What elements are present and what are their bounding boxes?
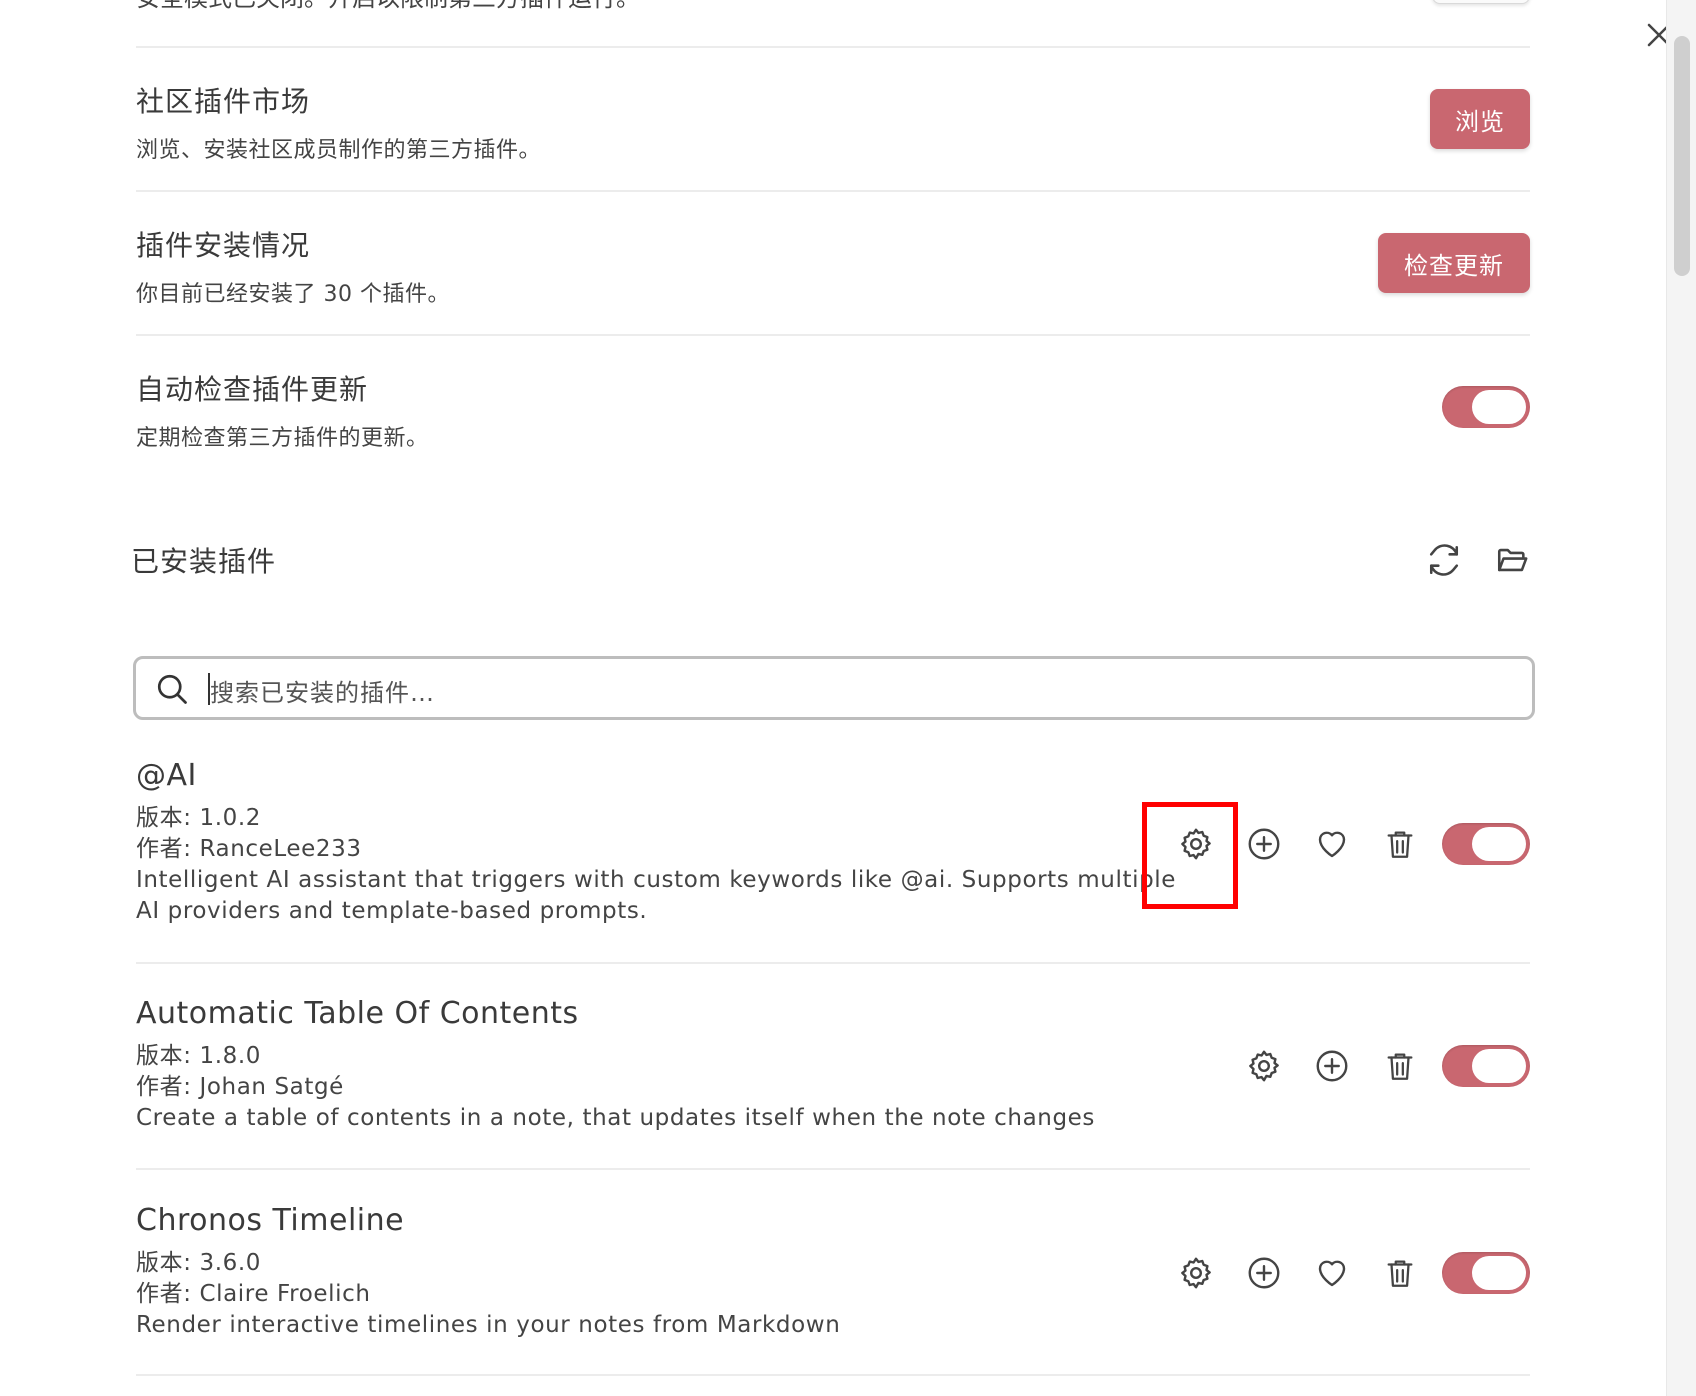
gear-icon[interactable]: [1174, 1251, 1218, 1295]
plus-circle-icon[interactable]: [1242, 1251, 1286, 1295]
trash-icon[interactable]: [1378, 1044, 1422, 1088]
plugin-desc: AI providers and template-based prompts.: [136, 898, 648, 924]
setting-auto-update: 自动检查插件更新 定期检查第三方插件的更新。: [136, 368, 1530, 452]
divider: [136, 334, 1530, 336]
setting-desc: 定期检查第三方插件的更新。: [136, 426, 429, 451]
divider: [136, 46, 1530, 48]
setting-name: 插件安装情况: [136, 229, 311, 262]
toggle-knob: [1472, 1256, 1526, 1290]
search-icon: [154, 671, 190, 707]
toggle-knob: [1472, 827, 1526, 861]
plus-circle-icon[interactable]: [1310, 1044, 1354, 1088]
divider: [136, 190, 1530, 192]
auto-update-toggle[interactable]: [1442, 386, 1530, 428]
setting-installed-status: 插件安装情况 你目前已经安装了 30 个插件。: [136, 224, 1530, 308]
heart-icon[interactable]: [1310, 822, 1354, 866]
trash-icon[interactable]: [1378, 822, 1422, 866]
scrollbar-thumb[interactable]: [1674, 36, 1690, 276]
settings-modal: 安全模式已关闭。开启以限制第三方插件运行。 社区插件市场 浏览、安装社区成员制作…: [0, 0, 1666, 1396]
setting-name: 自动检查插件更新: [136, 373, 369, 406]
gear-icon[interactable]: [1242, 1044, 1286, 1088]
browse-button[interactable]: 浏览: [1430, 89, 1530, 149]
plugin-name: Automatic Table Of Contents: [136, 996, 579, 1031]
search-placeholder: 搜索已安装的插件…: [210, 679, 435, 707]
reload-icon[interactable]: [1424, 540, 1464, 580]
toggle-knob: [1472, 1049, 1526, 1083]
plugin-desc: Render interactive timelines in your not…: [136, 1312, 841, 1338]
plugin-enable-toggle[interactable]: [1442, 823, 1530, 865]
plugin-name: @AI: [136, 758, 197, 793]
safe-mode-button[interactable]: [1432, 0, 1530, 4]
setting-name: 社区插件市场: [136, 85, 311, 118]
installed-plugins-heading: 已安装插件: [131, 545, 277, 578]
divider: [136, 1374, 1530, 1376]
check-updates-button[interactable]: 检查更新: [1378, 233, 1530, 293]
plugin-desc: Create a table of contents in a note, th…: [136, 1105, 1095, 1131]
close-icon[interactable]: [1644, 20, 1666, 50]
plugin-enable-toggle[interactable]: [1442, 1252, 1530, 1294]
heart-icon[interactable]: [1310, 1251, 1354, 1295]
folder-open-icon[interactable]: [1492, 540, 1532, 580]
gear-icon[interactable]: [1174, 822, 1218, 866]
setting-desc: 浏览、安装社区成员制作的第三方插件。: [136, 138, 542, 163]
setting-desc: 你目前已经安装了 30 个插件。: [136, 282, 450, 307]
trash-icon[interactable]: [1378, 1251, 1422, 1295]
safe-mode-desc: 安全模式已关闭。开启以限制第三方插件运行。: [136, 0, 640, 13]
divider: [136, 1168, 1530, 1170]
search-input[interactable]: 搜索已安装的插件…: [133, 656, 1535, 720]
plugin-desc: Intelligent AI assistant that triggers w…: [136, 867, 1177, 893]
plugin-enable-toggle[interactable]: [1442, 1045, 1530, 1087]
plus-circle-icon[interactable]: [1242, 822, 1286, 866]
divider: [136, 962, 1530, 964]
plugin-name: Chronos Timeline: [136, 1203, 405, 1238]
toggle-knob: [1472, 390, 1526, 424]
setting-community-market: 社区插件市场 浏览、安装社区成员制作的第三方插件。: [136, 80, 1530, 164]
